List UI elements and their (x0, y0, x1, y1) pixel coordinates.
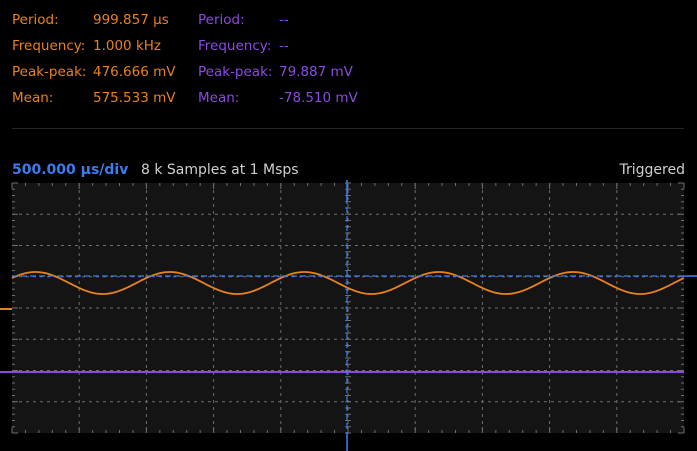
trigger-status: Triggered (619, 162, 685, 178)
ch2-peak-label: Peak-peak: (198, 64, 273, 80)
ch1-period-label: Period: (12, 12, 59, 28)
ch2-mean-value: -78.510 mV (279, 90, 358, 106)
ch1-period-value: 999.857 µs (93, 12, 169, 28)
ch2-measurements: Period: -- Frequency: -- Peak-peak: 79.8… (198, 12, 378, 112)
ch1-frequency-value: 1.000 kHz (93, 38, 161, 54)
ch1-measurements: Period: 999.857 µs Frequency: 1.000 kHz … (12, 12, 192, 112)
scope-display[interactable] (0, 180, 697, 451)
ch2-frequency-label: Frequency: (198, 38, 272, 54)
ch2-period-value: -- (279, 12, 289, 28)
ch1-peak-value: 476.666 mV (93, 64, 176, 80)
oscilloscope-view: Period: 999.857 µs Frequency: 1.000 kHz … (0, 0, 697, 451)
ch2-peak-value: 79.887 mV (279, 64, 353, 80)
ch2-period-label: Period: (198, 12, 245, 28)
ch2-mean-label: Mean: (198, 90, 240, 106)
ch2-frequency-value: -- (279, 38, 289, 54)
ch1-mean-value: 575.533 mV (93, 90, 176, 106)
ch1-frequency-label: Frequency: (12, 38, 86, 54)
section-divider (12, 128, 684, 129)
ch1-mean-label: Mean: (12, 90, 54, 106)
ch1-peak-label: Peak-peak: (12, 64, 87, 80)
sample-rate-readout: 8 k Samples at 1 Msps (141, 162, 299, 178)
timebase-readout[interactable]: 500.000 µs/div (12, 162, 128, 178)
